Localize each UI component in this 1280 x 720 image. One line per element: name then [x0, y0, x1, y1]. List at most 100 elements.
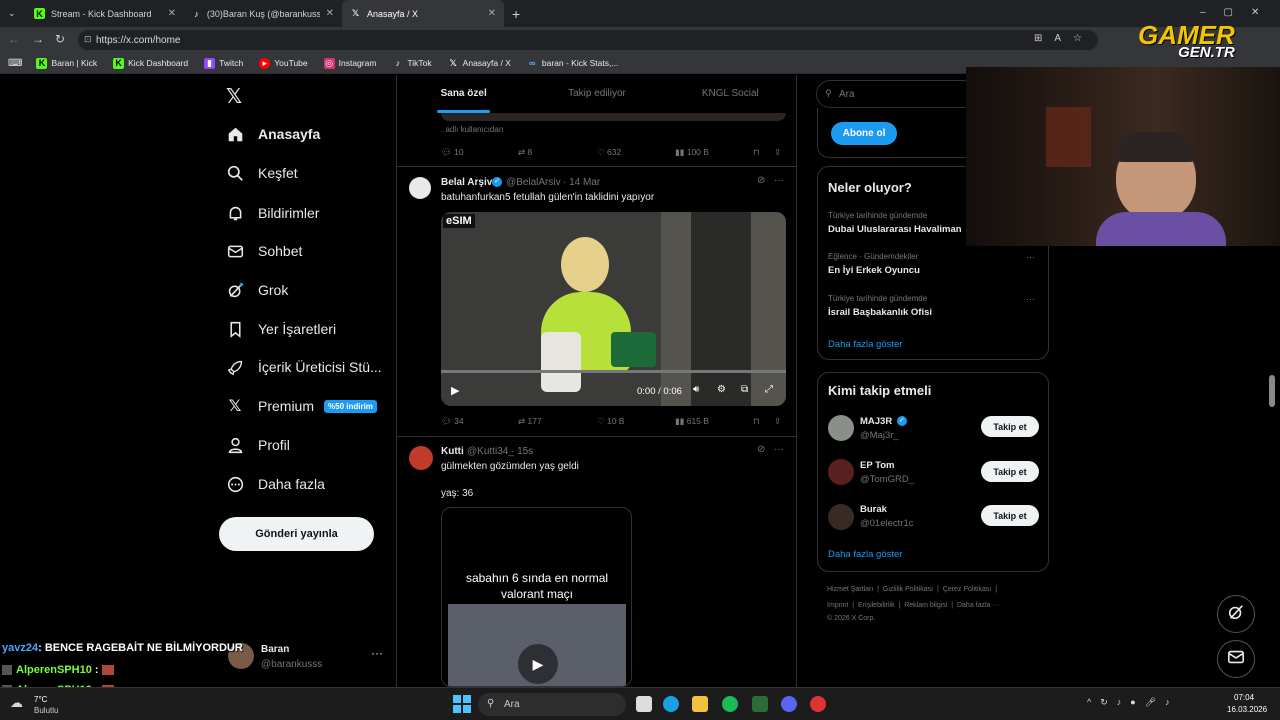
bookmark-youtube[interactable]: ▸ YouTube — [259, 57, 308, 69]
follow-button[interactable]: Takip et — [981, 416, 1039, 437]
more-options-icon[interactable]: ··· — [1026, 252, 1035, 262]
clock-date[interactable]: 16.03.2026 — [1227, 705, 1267, 714]
new-tab-button[interactable]: + — [504, 0, 528, 27]
sidebar-item-notifications[interactable]: Bildirimler — [226, 202, 319, 224]
like-button[interactable]: ♡ 632 — [597, 147, 621, 158]
window-controls[interactable]: –▢✕ — [1200, 7, 1277, 18]
bookmark-x-home[interactable]: 𝕏 Anasayfa / X — [448, 58, 511, 69]
browser-tab-tiktok[interactable]: ♪ (30)Baran Kuş (@barankusss) | Tik ✕ — [184, 0, 342, 27]
volume-icon[interactable]: 🔊︎ — [693, 384, 699, 395]
bookmark-twitch[interactable]: ▮ Twitch — [204, 57, 243, 69]
sidebar-item-profile[interactable]: Profil — [226, 434, 290, 456]
app-icon[interactable] — [810, 696, 826, 712]
tweet-author-name[interactable]: Kutti — [441, 446, 464, 457]
search-input[interactable]: ⚲ Ara — [816, 80, 976, 108]
footer-link[interactable]: Imprint — [827, 602, 848, 609]
address-bar-tools-icon[interactable]: ⊞A☆ — [1034, 33, 1094, 44]
reload-icon[interactable]: ↻ — [55, 32, 65, 46]
account-switcher[interactable]: Baran @barankusss ··· — [228, 641, 388, 675]
post-button[interactable]: Gönderi yayınla — [219, 517, 374, 551]
bookmark-icon[interactable]: ⊓ — [753, 416, 760, 427]
more-options-icon[interactable]: ··· — [774, 444, 784, 455]
close-icon[interactable]: ✕ — [326, 8, 334, 19]
footer-link[interactable]: Çerez Politikası — [943, 586, 992, 593]
edge-icon[interactable] — [663, 696, 679, 712]
grok-icon[interactable]: ⊘ — [757, 444, 765, 455]
bookmark-baran-kick[interactable]: K Baran | Kick — [36, 57, 97, 69]
sidebar-item-premium[interactable]: 𝕏 Premium %50 indirim — [226, 395, 377, 417]
clock-time[interactable]: 07:04 — [1234, 693, 1254, 702]
sidebar-item-creator-studio[interactable]: İçerik Üreticisi Stü... — [226, 356, 382, 378]
video-player[interactable]: eSIM ▶ 0:00 / 0:06 🔊︎ ⚙ ⧉ ⤢ — [441, 212, 786, 406]
footer-link[interactable]: Daha fazla ··· — [957, 602, 999, 609]
more-options-icon[interactable]: ··· — [1026, 294, 1035, 304]
reply-button[interactable]: 💬︎ 34 — [441, 416, 464, 427]
back-icon[interactable]: ← — [8, 32, 20, 46]
site-info-icon[interactable]: ⊡ — [84, 34, 92, 45]
video-progress-bar[interactable] — [441, 370, 786, 373]
app-icon[interactable] — [752, 696, 768, 712]
sidebar-item-grok[interactable]: Grok — [226, 279, 288, 301]
footer-link[interactable]: Gizlilik Politikası — [883, 586, 933, 593]
footer-link[interactable]: Reklam bilgisi — [904, 602, 947, 609]
grok-floating-button[interactable] — [1217, 595, 1255, 633]
scrollbar-thumb[interactable] — [1269, 375, 1275, 407]
more-options-icon[interactable]: ··· — [371, 646, 383, 660]
browser-tab-kick-dashboard[interactable]: K Stream - Kick Dashboard ✕ — [26, 0, 184, 27]
tweet-author-handle[interactable]: @BelalArsiv — [506, 177, 561, 188]
tab-following[interactable]: Takip ediliyor — [530, 75, 663, 113]
sidebar-item-home[interactable]: Anasayfa — [226, 123, 320, 145]
windows-start-icon[interactable] — [453, 695, 473, 713]
x-logo[interactable]: 𝕏 — [226, 84, 242, 109]
file-explorer-icon[interactable] — [692, 696, 708, 712]
bookmark-icon[interactable]: ⊓ — [753, 147, 760, 158]
close-icon[interactable]: ✕ — [168, 8, 176, 19]
settings-icon[interactable]: ⚙ — [717, 384, 726, 395]
sidebar-item-more[interactable]: Daha fazla — [226, 473, 325, 495]
views-button[interactable]: ▮▮ 100 B — [675, 147, 709, 158]
follow-button[interactable]: Takip et — [981, 505, 1039, 526]
tweet-author-handle[interactable]: @Kutti34_ — [467, 446, 514, 457]
tweet-time[interactable]: · 15s — [511, 446, 533, 457]
share-icon[interactable]: ⇪ — [774, 147, 781, 158]
show-more-trends-link[interactable]: Daha fazla göster — [828, 339, 902, 350]
system-tray-icons[interactable]: ^↻♪●🎤︎♪ — [1087, 697, 1179, 708]
tweet-media-card[interactable]: sabahın 6 sında en normal valorant maçı … — [441, 507, 632, 687]
tab-for-you[interactable]: Sana özel — [397, 75, 530, 113]
taskbar-search[interactable]: ⚲ Ara — [478, 693, 626, 716]
url-field[interactable]: ⊡ https://x.com/home — [78, 30, 1098, 50]
play-icon[interactable]: ▶ — [451, 384, 459, 397]
previous-tweet-media[interactable] — [441, 113, 786, 121]
like-button[interactable]: ♡ 10 B — [597, 416, 624, 427]
bookmark-tiktok[interactable]: ♪ TikTok — [392, 58, 432, 69]
footer-link[interactable]: Erişilebilirlik — [858, 602, 895, 609]
pip-icon[interactable]: ⧉ — [741, 384, 748, 395]
sidebar-item-messages[interactable]: Sohbet — [226, 240, 302, 262]
more-options-icon[interactable]: ··· — [774, 175, 784, 186]
task-view-icon[interactable] — [636, 696, 652, 712]
tab-kngl-social[interactable]: KNGL Social — [664, 75, 797, 113]
forward-icon[interactable]: → — [32, 32, 44, 46]
bookmark-kick-dashboard[interactable]: K Kick Dashboard — [113, 57, 188, 69]
discord-icon[interactable] — [781, 696, 797, 712]
browser-tab-x-home[interactable]: 𝕏 Anasayfa / X ✕ — [342, 0, 504, 27]
reply-button[interactable]: 💬︎ 10 — [441, 147, 464, 158]
bookmark-kick-stats[interactable]: ∞ baran - Kick Stats,... — [527, 58, 618, 69]
repost-button[interactable]: ⇄ 177 — [518, 416, 542, 427]
follow-button[interactable]: Takip et — [981, 461, 1039, 482]
bookmark-instagram[interactable]: ◎ Instagram — [323, 57, 376, 69]
sidebar-item-bookmarks[interactable]: Yer İşaretleri — [226, 318, 336, 340]
grok-icon[interactable]: ⊘ — [757, 175, 765, 186]
fullscreen-icon[interactable]: ⤢ — [765, 384, 773, 395]
tweet-author-name[interactable]: Belal Arşiv — [441, 177, 492, 188]
footer-link[interactable]: Hizmet Şartları — [827, 586, 873, 593]
messages-floating-button[interactable] — [1217, 640, 1255, 678]
subscribe-button[interactable]: Abone ol — [831, 122, 897, 145]
tab-list-button[interactable]: ⌄ — [0, 0, 26, 27]
tweet-time[interactable]: · 14 Mar — [563, 177, 600, 188]
close-icon[interactable]: ✕ — [488, 8, 496, 19]
show-more-follow-link[interactable]: Daha fazla göster — [828, 549, 902, 560]
spotify-icon[interactable] — [722, 696, 738, 712]
share-icon[interactable]: ⇪ — [774, 416, 781, 427]
repost-button[interactable]: ⇄ 8 — [518, 147, 532, 158]
